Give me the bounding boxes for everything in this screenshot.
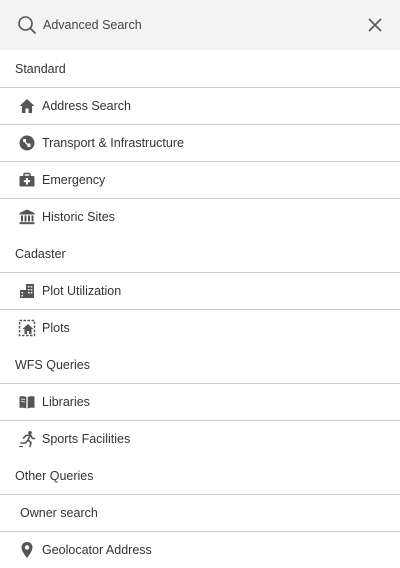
menu-item-historic-sites[interactable]: Historic Sites: [0, 198, 400, 235]
menu-item-transport-infrastructure[interactable]: Transport & Infrastructure: [0, 124, 400, 161]
search-icon: [16, 14, 38, 36]
menu-item-label: Address Search: [42, 99, 131, 113]
panel-title: Advanced Search: [43, 18, 142, 32]
menu-item-address-search[interactable]: Address Search: [0, 87, 400, 124]
museum-icon: [17, 207, 37, 227]
group-other-queries: Other Queries: [15, 468, 94, 483]
buildings-icon: [17, 281, 37, 301]
close-icon[interactable]: [364, 14, 386, 36]
menu-item-plot-utilization[interactable]: Plot Utilization: [0, 272, 400, 309]
group-cadaster: Cadaster: [15, 246, 66, 261]
first-aid-kit-icon: [17, 170, 37, 190]
menu-item-label: Owner search: [20, 506, 98, 520]
menu-item-label: Plot Utilization: [42, 284, 122, 298]
menu-item-plots[interactable]: Plots: [0, 309, 400, 346]
menu-item-geolocator-address[interactable]: Geolocator Address: [0, 531, 400, 568]
menu-item-label: Plots: [42, 321, 70, 335]
book-icon: [17, 392, 37, 412]
runner-icon: [17, 429, 37, 449]
menu-item-label: Geolocator Address: [42, 543, 152, 557]
menu-item-label: Transport & Infrastructure: [42, 136, 184, 150]
menu-item-emergency[interactable]: Emergency: [0, 161, 400, 198]
menu-item-sports-facilities[interactable]: Sports Facilities: [0, 420, 400, 457]
menu-item-label: Libraries: [42, 395, 90, 409]
menu-item-libraries[interactable]: Libraries: [0, 383, 400, 420]
group-wfs-queries: WFS Queries: [15, 357, 91, 372]
menu-item-label: Historic Sites: [42, 210, 115, 224]
advanced-search-panel: Advanced Search Standard Address Search …: [0, 0, 400, 568]
map-pin-icon: [17, 540, 37, 560]
plot-house-icon: [17, 318, 37, 338]
group-standard: Standard: [15, 61, 66, 76]
transport-icon: [17, 133, 37, 153]
home-icon: [17, 96, 37, 116]
menu-item-label: Sports Facilities: [42, 432, 131, 446]
menu-item-label: Emergency: [42, 173, 106, 187]
search-header: Advanced Search: [0, 0, 400, 50]
menu-item-owner-search[interactable]: Owner search: [0, 494, 400, 531]
